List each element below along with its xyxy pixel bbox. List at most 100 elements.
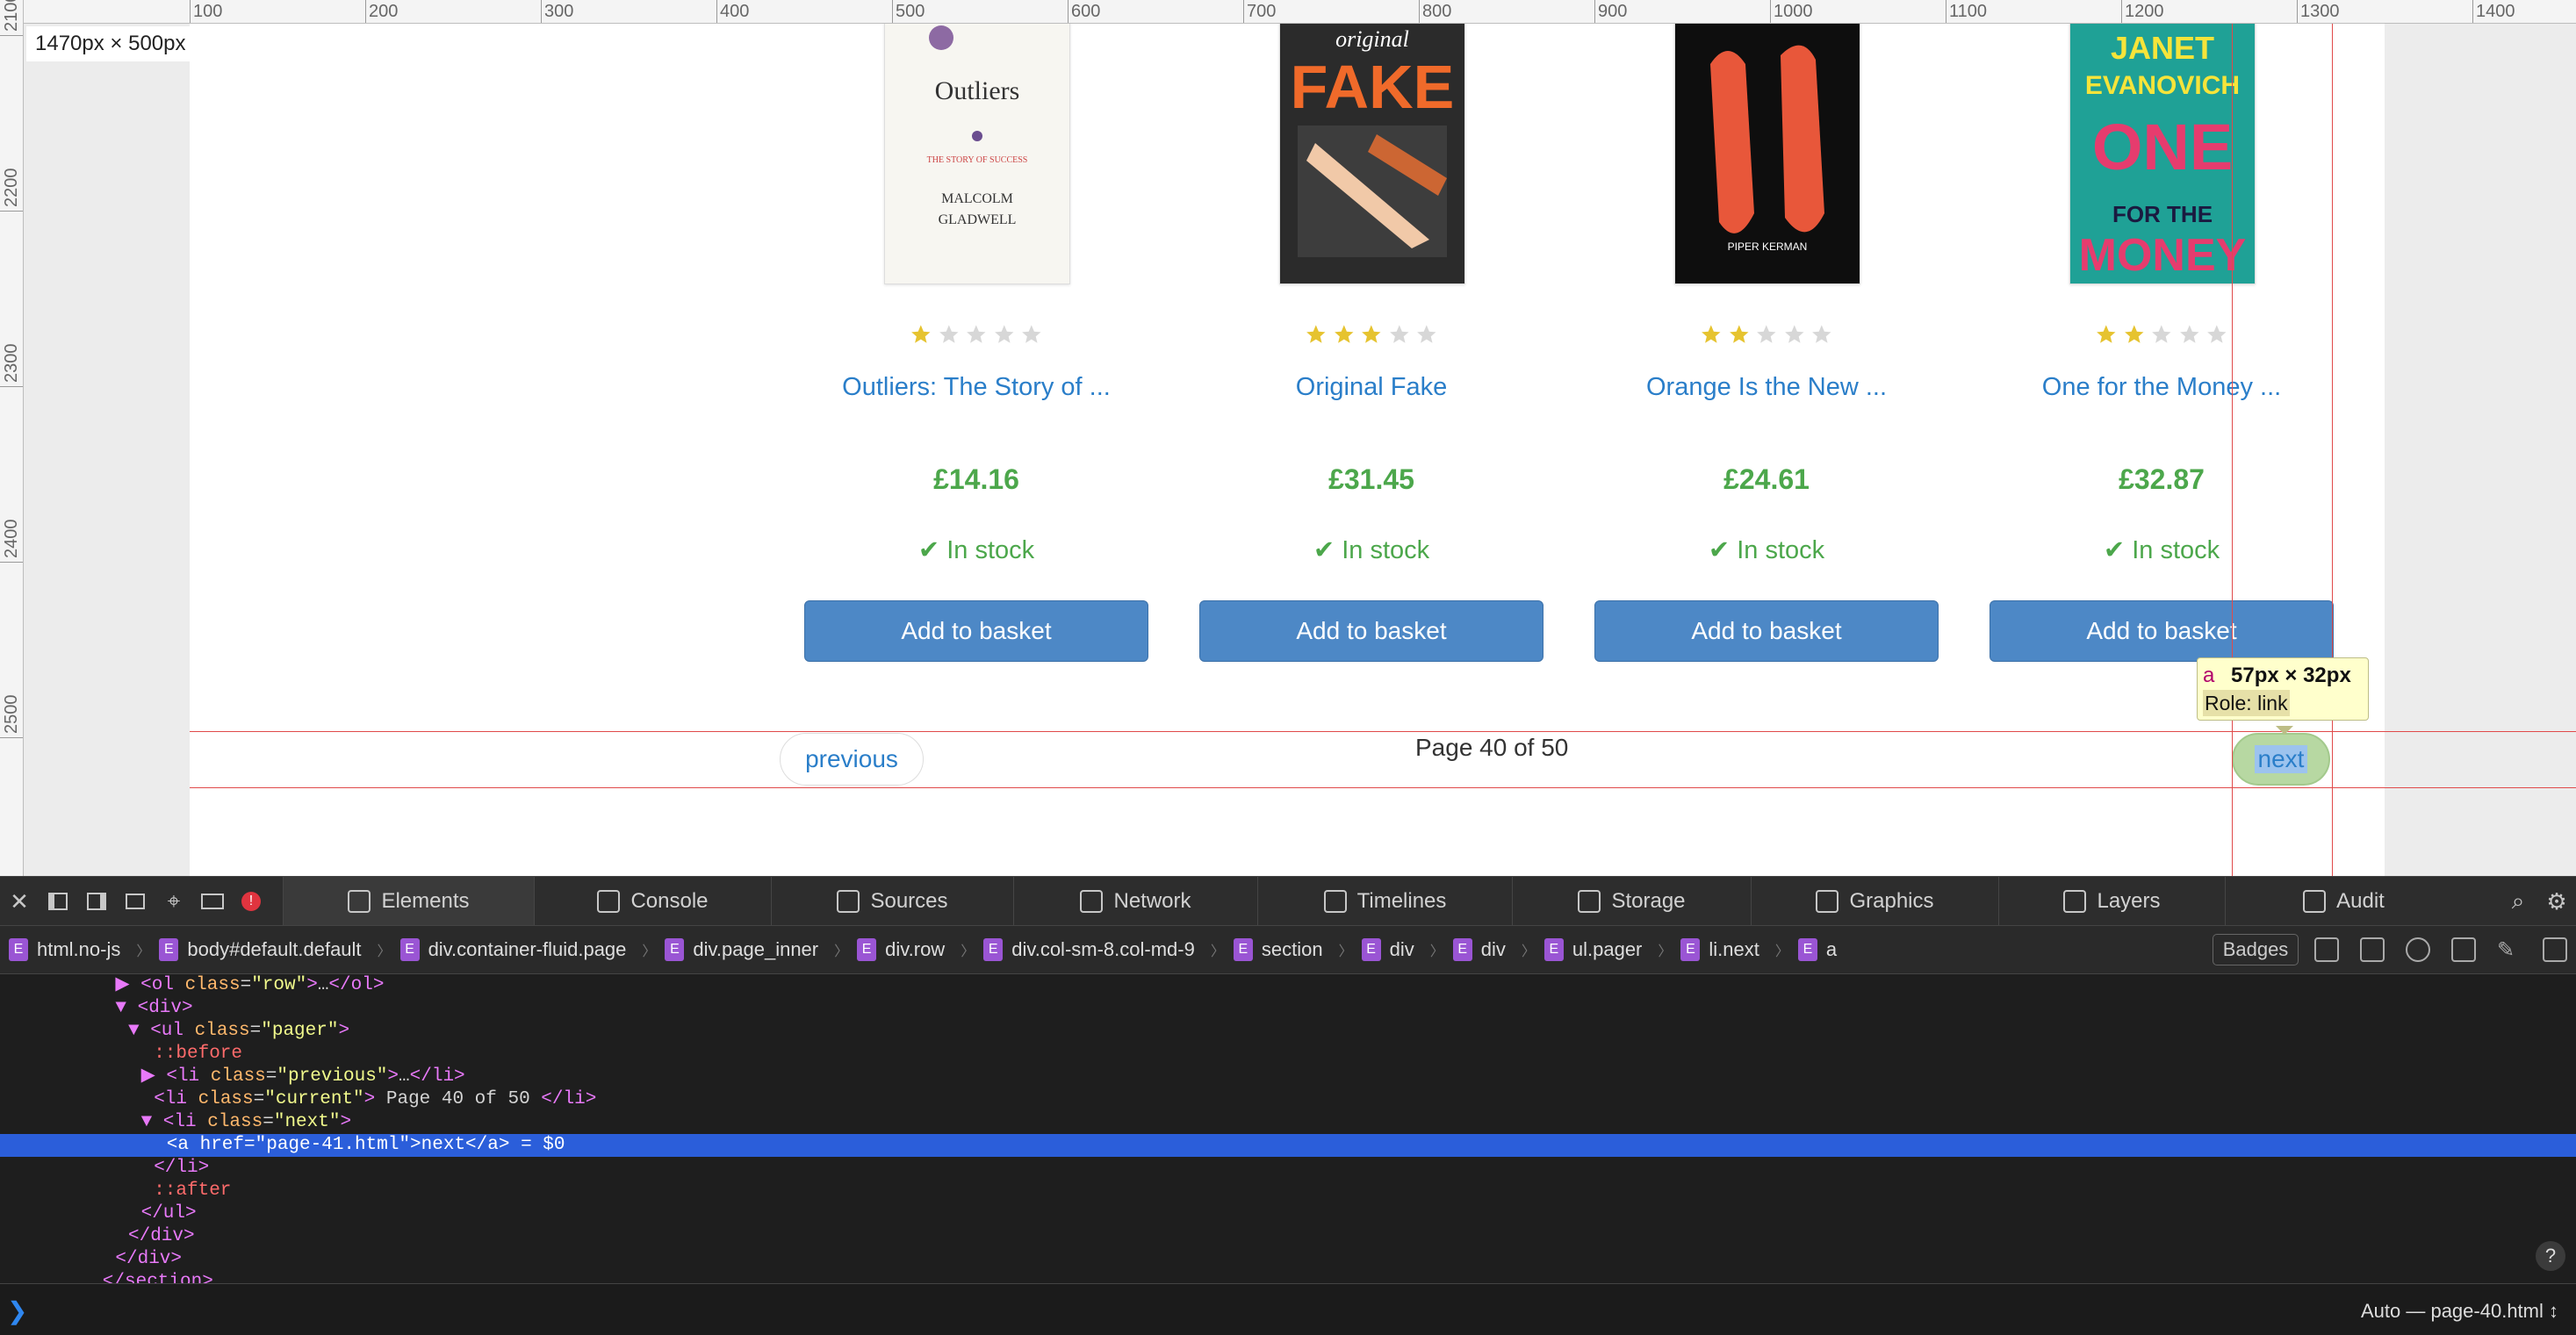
breadcrumb-label: div xyxy=(1480,938,1506,960)
star-empty-icon xyxy=(939,325,959,343)
tab-audit[interactable]: Audit xyxy=(2225,877,2462,926)
ruler-tick-label: 2100 xyxy=(2,0,21,32)
tab-label: Layers xyxy=(2097,889,2161,913)
help-icon[interactable]: ? xyxy=(2536,1241,2565,1271)
star-filled-icon xyxy=(911,325,931,343)
element-badge-icon: E xyxy=(399,938,420,961)
dom-node[interactable]: </ul> xyxy=(0,1202,2576,1225)
breadcrumb-item[interactable]: Ediv.container-fluid.page xyxy=(399,938,626,961)
breadcrumb-label: li.next xyxy=(1709,938,1759,960)
close-icon[interactable]: ✕ xyxy=(0,877,39,926)
console-context-selector[interactable]: Auto — page-40.html ↕ xyxy=(2361,1300,2558,1323)
print-icon[interactable] xyxy=(2360,937,2385,962)
dom-node-selected[interactable]: <a href="page-41.html">next</a> = $0 xyxy=(0,1134,2576,1157)
breadcrumb-item[interactable]: Eli.next xyxy=(1680,938,1759,961)
ruler-tick-label: 100 xyxy=(193,2,223,21)
book-cover-image[interactable]: Outliers THE STORY OF SUCCESS MALCOLM GL… xyxy=(884,19,1070,284)
pager-next-label[interactable]: next xyxy=(2254,745,2308,773)
dom-node[interactable]: </section> xyxy=(0,1271,2576,1283)
breadcrumb-item[interactable]: Eul.pager xyxy=(1543,938,1642,961)
tab-network[interactable]: Network xyxy=(1013,877,1257,926)
appearance-icon[interactable] xyxy=(2406,937,2430,962)
device-preview-icon[interactable] xyxy=(193,877,232,926)
breadcrumb-item[interactable]: Ehtml.no-js xyxy=(9,938,120,961)
svg-text:GLADWELL: GLADWELL xyxy=(939,212,1017,227)
breadcrumb-item[interactable]: Esection xyxy=(1233,938,1323,961)
star-empty-icon xyxy=(1389,325,1409,343)
dom-node[interactable]: ▶ <li class="previous">…</li> xyxy=(0,1066,2576,1088)
tab-graphics[interactable]: Graphics xyxy=(1751,877,1998,926)
add-to-basket-button[interactable]: Add to basket xyxy=(1990,600,2334,662)
dom-node[interactable]: </li> xyxy=(0,1157,2576,1180)
add-to-basket-button[interactable]: Add to basket xyxy=(1199,600,1543,662)
brush-icon[interactable]: ✎ xyxy=(2497,937,2522,962)
star-rating xyxy=(910,323,1043,349)
book-cover-image[interactable]: JANET EVANOVICH ONE FOR THE MONEY xyxy=(2069,19,2256,284)
tab-sources[interactable]: Sources xyxy=(771,877,1013,926)
product-title-link[interactable]: Outliers: The Story of ... xyxy=(804,373,1148,402)
console-input-bar[interactable]: ❯ Auto — page-40.html ↕ xyxy=(0,1283,2576,1335)
graphics-tab-icon xyxy=(1816,890,1839,913)
dom-node[interactable]: ▶ <ol class="row">…</ol> xyxy=(0,974,2576,997)
detach-window-icon[interactable] xyxy=(116,877,155,926)
browser-viewport: Outliers THE STORY OF SUCCESS MALCOLM GL… xyxy=(0,0,2576,876)
sidebar-toggle-icon[interactable] xyxy=(2543,937,2567,962)
pager-next-link[interactable]: next xyxy=(2232,733,2330,786)
inspector-guide-right xyxy=(2332,0,2333,876)
dom-node[interactable]: ▼ <div> xyxy=(0,997,2576,1020)
dock-right-icon[interactable] xyxy=(77,877,116,926)
tab-storage[interactable]: Storage xyxy=(1512,877,1751,926)
breadcrumb-item[interactable]: Ediv xyxy=(1361,938,1414,961)
breadcrumb-item[interactable]: Ebody#default.default xyxy=(159,938,362,961)
tab-elements[interactable]: Elements xyxy=(283,877,534,926)
tab-console[interactable]: Console xyxy=(534,877,771,926)
star-filled-icon xyxy=(2124,325,2144,343)
stock-label: In stock xyxy=(1737,536,1825,564)
tab-label: Storage xyxy=(1611,889,1686,913)
dock-left-icon[interactable] xyxy=(39,877,77,926)
dom-node[interactable]: </div> xyxy=(0,1248,2576,1271)
check-icon: ✔ xyxy=(917,536,947,564)
breadcrumb-item[interactable]: Ediv.row xyxy=(857,938,945,961)
dom-node[interactable]: ::after xyxy=(0,1180,2576,1202)
ruler-tick-label: 300 xyxy=(544,2,574,21)
breadcrumb-separator: 〉 xyxy=(136,944,151,959)
ruler-tick xyxy=(716,0,717,23)
search-icon[interactable]: ⌕ xyxy=(2499,877,2537,926)
product-title-link[interactable]: Original Fake xyxy=(1199,373,1543,402)
dom-node[interactable]: ▼ <li class="next"> xyxy=(0,1111,2576,1134)
tab-timelines[interactable]: Timelines xyxy=(1257,877,1512,926)
tooltip-size: 57px × 32px xyxy=(2231,664,2351,687)
tab-layers[interactable]: Layers xyxy=(1998,877,2225,926)
breadcrumb-item[interactable]: Ediv.col-sm-8.col-md-9 xyxy=(983,938,1195,961)
badges-button[interactable]: Badges xyxy=(2213,934,2299,965)
breadcrumb-label: body#default.default xyxy=(187,938,362,960)
add-to-basket-button[interactable]: Add to basket xyxy=(804,600,1148,662)
product-price: £31.45 xyxy=(1328,463,1414,495)
add-to-basket-button[interactable]: Add to basket xyxy=(1594,600,1939,662)
dom-node[interactable]: ▼ <ul class="pager"> xyxy=(0,1020,2576,1043)
product-price: £24.61 xyxy=(1723,463,1810,495)
breadcrumb-item[interactable]: Ediv xyxy=(1452,938,1506,961)
element-picker-icon[interactable]: ⌖ xyxy=(155,877,193,926)
ruler-toggle-icon[interactable] xyxy=(2314,937,2339,962)
product-title-link[interactable]: One for the Money ... xyxy=(1990,373,2334,402)
dom-node[interactable]: </div> xyxy=(0,1225,2576,1248)
dom-node[interactable]: ::before xyxy=(0,1043,2576,1066)
book-cover-image[interactable]: PIPER KERMAN xyxy=(1674,19,1860,284)
gear-icon[interactable]: ⚙ xyxy=(2537,877,2576,926)
dom-node[interactable]: <li class="current"> Page 40 of 50 </li> xyxy=(0,1088,2576,1111)
breadcrumb-item[interactable]: Ediv.page_inner xyxy=(665,938,818,961)
breadcrumb-item[interactable]: Ea xyxy=(1797,938,1837,961)
breadcrumb-label: div.page_inner xyxy=(693,938,819,960)
pager-previous-link[interactable]: previous xyxy=(780,733,924,786)
product-title-link[interactable]: Orange Is the New ... xyxy=(1594,373,1939,402)
storage-tab-icon xyxy=(1578,890,1601,913)
error-badge-icon[interactable]: ! xyxy=(232,877,270,926)
tab-label: Elements xyxy=(381,889,470,913)
product-price: £32.87 xyxy=(2119,463,2205,495)
ruler-tick-label: 700 xyxy=(1247,2,1277,21)
layout-grid-icon[interactable] xyxy=(2451,937,2476,962)
book-cover-image[interactable]: original FAKE xyxy=(1279,19,1465,284)
ruler-tick xyxy=(892,0,893,23)
